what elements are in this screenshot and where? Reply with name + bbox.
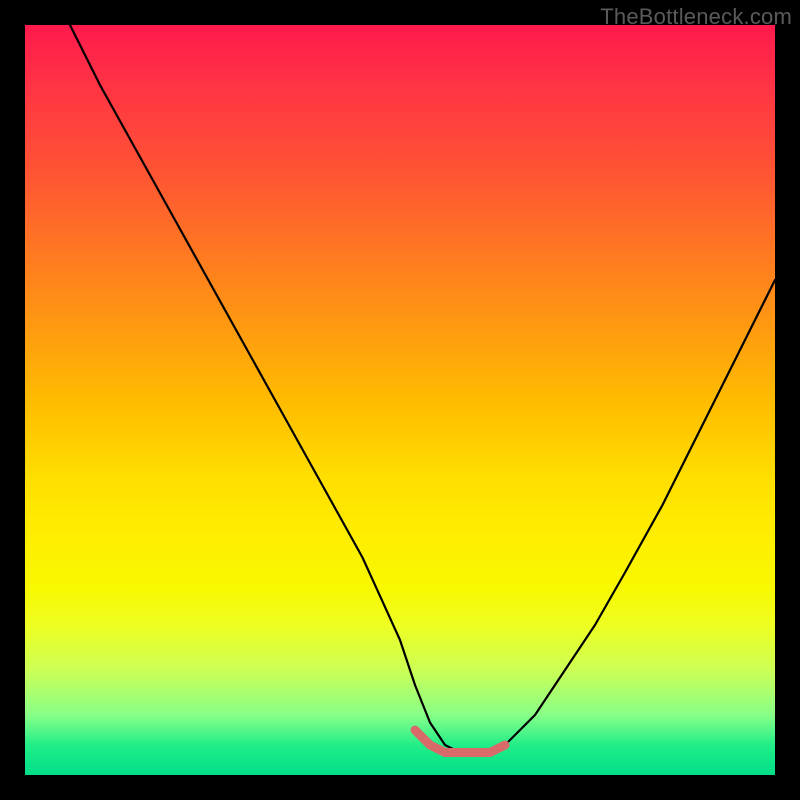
bottleneck-curve-path <box>70 25 775 753</box>
curve-svg <box>25 25 775 775</box>
optimal-segment-path <box>415 730 505 753</box>
chart-container: TheBottleneck.com <box>0 0 800 800</box>
plot-area <box>25 25 775 775</box>
